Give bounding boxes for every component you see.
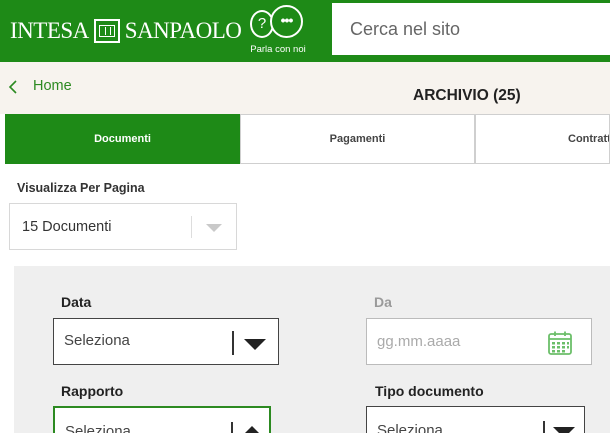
data-label: Data (61, 294, 92, 310)
da-label: Da (374, 294, 392, 310)
site-header: INTESA SANPAOLO ? ••• Parla con noi (0, 0, 610, 62)
tab-contratti[interactable]: Contratti (475, 114, 610, 164)
tipo-documento-select-value: Seleziona (377, 422, 443, 433)
caret-down-icon (553, 427, 575, 433)
tab-bar: Documenti Pagamenti Contratti (5, 114, 610, 164)
data-select[interactable]: Seleziona (53, 318, 279, 365)
intesa-sanpaolo-logo[interactable]: INTESA SANPAOLO (10, 18, 242, 44)
chat-button[interactable]: ? ••• Parla con noi (244, 4, 312, 58)
tipo-documento-select-separator (543, 421, 545, 433)
logo-text-right: SANPAOLO (124, 18, 242, 43)
search-box (332, 3, 610, 55)
logo-text-left: INTESA (10, 18, 89, 43)
tab-pagamenti[interactable]: Pagamenti (240, 114, 475, 164)
page-title: ARCHIVIO (25) (413, 87, 521, 104)
perpage-label: Visualizza Per Pagina (17, 181, 145, 195)
caret-up-icon (241, 426, 263, 433)
tipo-documento-label: Tipo documento (375, 383, 484, 399)
caret-down-icon (206, 224, 222, 232)
data-select-separator (232, 331, 234, 355)
rapporto-select-value: Seleziona (65, 423, 131, 433)
da-date-field (366, 318, 592, 365)
perpage-value: 15 Documenti (22, 219, 112, 235)
data-select-value: Seleziona (64, 332, 130, 349)
chat-label: Parla con noi (250, 44, 306, 55)
perpage-select[interactable]: 15 Documenti (9, 203, 237, 250)
calendar-icon[interactable] (547, 330, 573, 356)
chat-dots-icon: ••• (270, 5, 303, 38)
tipo-documento-select[interactable]: Seleziona (366, 406, 585, 433)
breadcrumb-home-link[interactable]: Home (33, 78, 72, 94)
tab-documenti[interactable]: Documenti (5, 114, 240, 164)
caret-down-icon (244, 339, 266, 350)
logo-emblem-icon (93, 19, 120, 43)
breadcrumb-bar: Home ARCHIVIO (25) (0, 62, 610, 114)
rapporto-select-separator (231, 422, 233, 433)
chevron-left-icon[interactable] (8, 80, 18, 94)
search-input[interactable] (332, 3, 610, 55)
perpage-separator (191, 216, 192, 238)
filters-panel: Data Seleziona Da Rapporto Seleziona Tip… (14, 266, 610, 433)
rapporto-select[interactable]: Seleziona (53, 406, 271, 433)
rapporto-label: Rapporto (61, 383, 124, 399)
